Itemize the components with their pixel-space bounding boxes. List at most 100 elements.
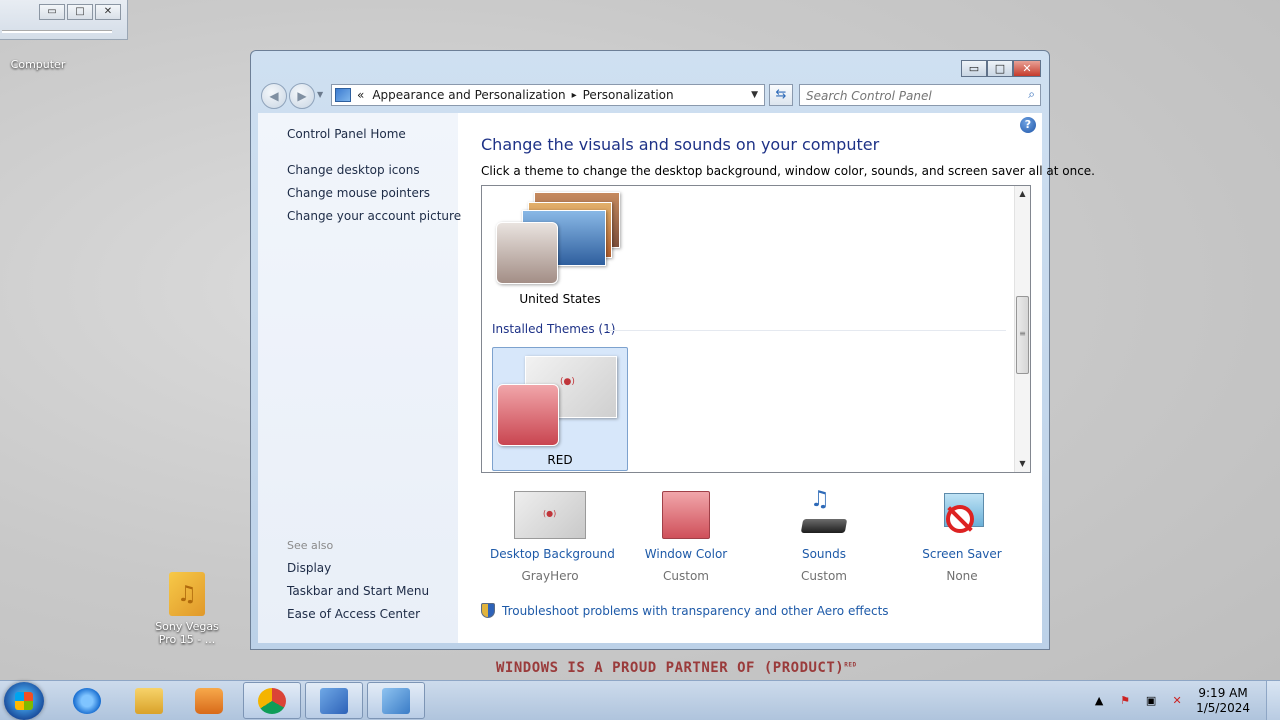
taskbar-control-panel[interactable] — [305, 682, 363, 719]
taskbar: ▲ ⚑ ▣ ✕ 9:19 AM 1/5/2024 — [0, 680, 1280, 720]
desktop-background-item[interactable]: (●) Desktop Background GrayHero — [490, 491, 615, 583]
recent-pages-chevron-icon[interactable]: ▼ — [317, 90, 323, 99]
taskbar-media-player[interactable] — [180, 682, 238, 719]
sidebar-item-change-desktop-icons[interactable]: Change desktop icons — [287, 163, 420, 177]
search-box[interactable]: ⌕ — [799, 84, 1041, 106]
address-bar[interactable]: « Appearance and Personalization ▸ Perso… — [331, 84, 765, 106]
clock-date: 1/5/2024 — [1196, 701, 1250, 715]
troubleshoot-label[interactable]: Troubleshoot problems with transparency … — [502, 604, 889, 618]
forward-button[interactable]: ▶ — [289, 83, 315, 109]
back-button[interactable]: ◀ — [261, 83, 287, 109]
sidebar-item-taskbar-start-menu[interactable]: Taskbar and Start Menu — [287, 584, 429, 598]
show-desktop-button[interactable] — [1266, 681, 1280, 720]
content-area: Control Panel Home Change desktop icons … — [258, 113, 1095, 643]
network-icon[interactable]: ▣ — [1144, 694, 1158, 708]
minimize-button[interactable]: ▭ — [39, 4, 65, 20]
clock-time: 9:19 AM — [1198, 686, 1248, 700]
control-panel-icon — [335, 88, 351, 102]
control-panel-icon — [320, 687, 348, 714]
sounds-item[interactable]: ♫ Sounds Custom — [764, 487, 884, 583]
theme-label: United States — [519, 292, 601, 306]
taskbar-ie[interactable] — [58, 682, 116, 719]
window-color-link[interactable]: Window Color — [626, 547, 746, 561]
sounds-link[interactable]: Sounds — [764, 547, 884, 561]
sidebar-item-control-panel-home[interactable]: Control Panel Home — [287, 127, 406, 141]
screen-saver-item[interactable]: Screen Saver None — [902, 491, 1022, 583]
installed-themes-header: Installed Themes (1) — [492, 322, 616, 336]
sounds-value: Custom — [801, 569, 847, 583]
personalization-window[interactable]: ▭ □ ✕ ◀ ▶ ▼ « Appearance and Personaliza… — [250, 50, 1095, 650]
close-button[interactable]: ✕ — [95, 4, 121, 20]
theme-list-scrollbar[interactable]: ▲ ≡ ▼ — [1014, 186, 1030, 472]
shield-icon — [481, 603, 495, 618]
breadcrumb-personalization[interactable]: Personalization — [583, 88, 674, 102]
theme-list[interactable]: United States Installed Themes (1) (●) R… — [481, 185, 1031, 473]
show-hidden-icons-icon[interactable]: ▲ — [1092, 694, 1106, 708]
desktop-icon-label: Sony Vegas — [155, 620, 219, 633]
search-icon[interactable]: ⌕ — [1028, 87, 1035, 102]
refresh-button[interactable]: ⇆ — [769, 84, 793, 106]
theme-window-color-swatch — [497, 384, 559, 446]
folder-icon: ♫ — [169, 572, 205, 616]
page-subtitle: Click a theme to change the desktop back… — [481, 164, 1095, 178]
windows-logo-icon — [15, 692, 33, 710]
chrome-icon — [258, 687, 286, 714]
desktop-background-icon: (●) — [514, 491, 586, 539]
see-also-heading: See also — [287, 539, 334, 552]
sidebar-item-ease-of-access[interactable]: Ease of Access Center — [287, 607, 420, 621]
action-center-icon[interactable]: ⚑ — [1118, 694, 1132, 708]
desktop-icon-label: Computer — [10, 58, 66, 71]
address-chevrons[interactable]: « — [357, 88, 364, 102]
maximize-button[interactable]: □ — [67, 4, 93, 20]
start-button[interactable] — [4, 682, 44, 720]
screen-saver-value: None — [946, 569, 978, 583]
taskbar-explorer[interactable] — [120, 682, 178, 719]
troubleshoot-link[interactable]: Troubleshoot problems with transparency … — [481, 603, 889, 618]
breadcrumb-appearance[interactable]: Appearance and Personalization — [372, 88, 565, 102]
group-divider — [606, 330, 1006, 331]
breadcrumb-separator-icon[interactable]: ▸ — [572, 90, 577, 101]
desktop-background-value: GrayHero — [521, 569, 579, 583]
help-icon[interactable]: ? — [1020, 117, 1036, 133]
windows-explorer-icon — [135, 687, 163, 714]
scroll-down-icon[interactable]: ▼ — [1015, 456, 1030, 472]
remote-desktop-icon — [382, 687, 410, 714]
theme-united-states[interactable]: United States — [490, 190, 630, 314]
window-color-item[interactable]: Window Color Custom — [626, 491, 746, 583]
sidebar: Control Panel Home Change desktop icons … — [258, 113, 461, 643]
partner-text: WINDOWS IS A PROUD PARTNER OF (PRODUCT) — [496, 660, 845, 676]
desktop-icon-label-2: Pro 15 - ... — [158, 633, 216, 646]
navigation-bar: ◀ ▶ ▼ « Appearance and Personalization ▸… — [259, 82, 1041, 109]
desktop-background-link[interactable]: Desktop Background — [490, 547, 615, 561]
minimized-window[interactable]: ▭ □ ✕ — [0, 0, 128, 40]
scrollbar-thumb[interactable]: ≡ — [1016, 296, 1029, 374]
desktop-icon-computer[interactable]: Computer — [2, 58, 74, 71]
address-dropdown-icon[interactable]: ▼ — [751, 90, 758, 100]
theme-label: RED — [547, 453, 573, 467]
theme-red[interactable]: (●) RED — [492, 347, 628, 471]
taskbar-chrome[interactable] — [243, 682, 301, 719]
minimize-button[interactable]: ▭ — [961, 60, 987, 77]
page-title: Change the visuals and sounds on your co… — [481, 135, 880, 154]
sidebar-item-change-mouse-pointers[interactable]: Change mouse pointers — [287, 186, 430, 200]
screen-saver-link[interactable]: Screen Saver — [902, 547, 1022, 561]
maximize-button[interactable]: □ — [987, 60, 1013, 77]
window-color-value: Custom — [663, 569, 709, 583]
window-color-icon — [662, 491, 710, 539]
theme-settings-row: (●) Desktop Background GrayHero Window C… — [458, 487, 1042, 583]
partner-watermark: WINDOWS IS A PROUD PARTNER OF (PRODUCT)R… — [496, 660, 857, 676]
screen-saver-icon — [938, 491, 986, 539]
sidebar-item-display[interactable]: Display — [287, 561, 331, 575]
internet-explorer-icon — [73, 687, 101, 714]
desktop-icon-sony-vegas[interactable]: ♫ Sony Vegas Pro 15 - ... — [150, 572, 224, 646]
system-tray: ▲ ⚑ ▣ ✕ 9:19 AM 1/5/2024 — [1092, 681, 1250, 720]
sidebar-item-change-account-picture[interactable]: Change your account picture — [287, 209, 461, 223]
clock[interactable]: 9:19 AM 1/5/2024 — [1196, 686, 1250, 716]
search-input[interactable] — [806, 86, 1016, 106]
close-button[interactable]: ✕ — [1013, 60, 1041, 77]
volume-muted-icon[interactable]: ✕ — [1170, 694, 1184, 708]
scroll-up-icon[interactable]: ▲ — [1015, 186, 1030, 202]
sounds-icon: ♫ — [800, 487, 848, 539]
partner-sup: RED — [844, 661, 857, 669]
taskbar-remote-desktop[interactable] — [367, 682, 425, 719]
